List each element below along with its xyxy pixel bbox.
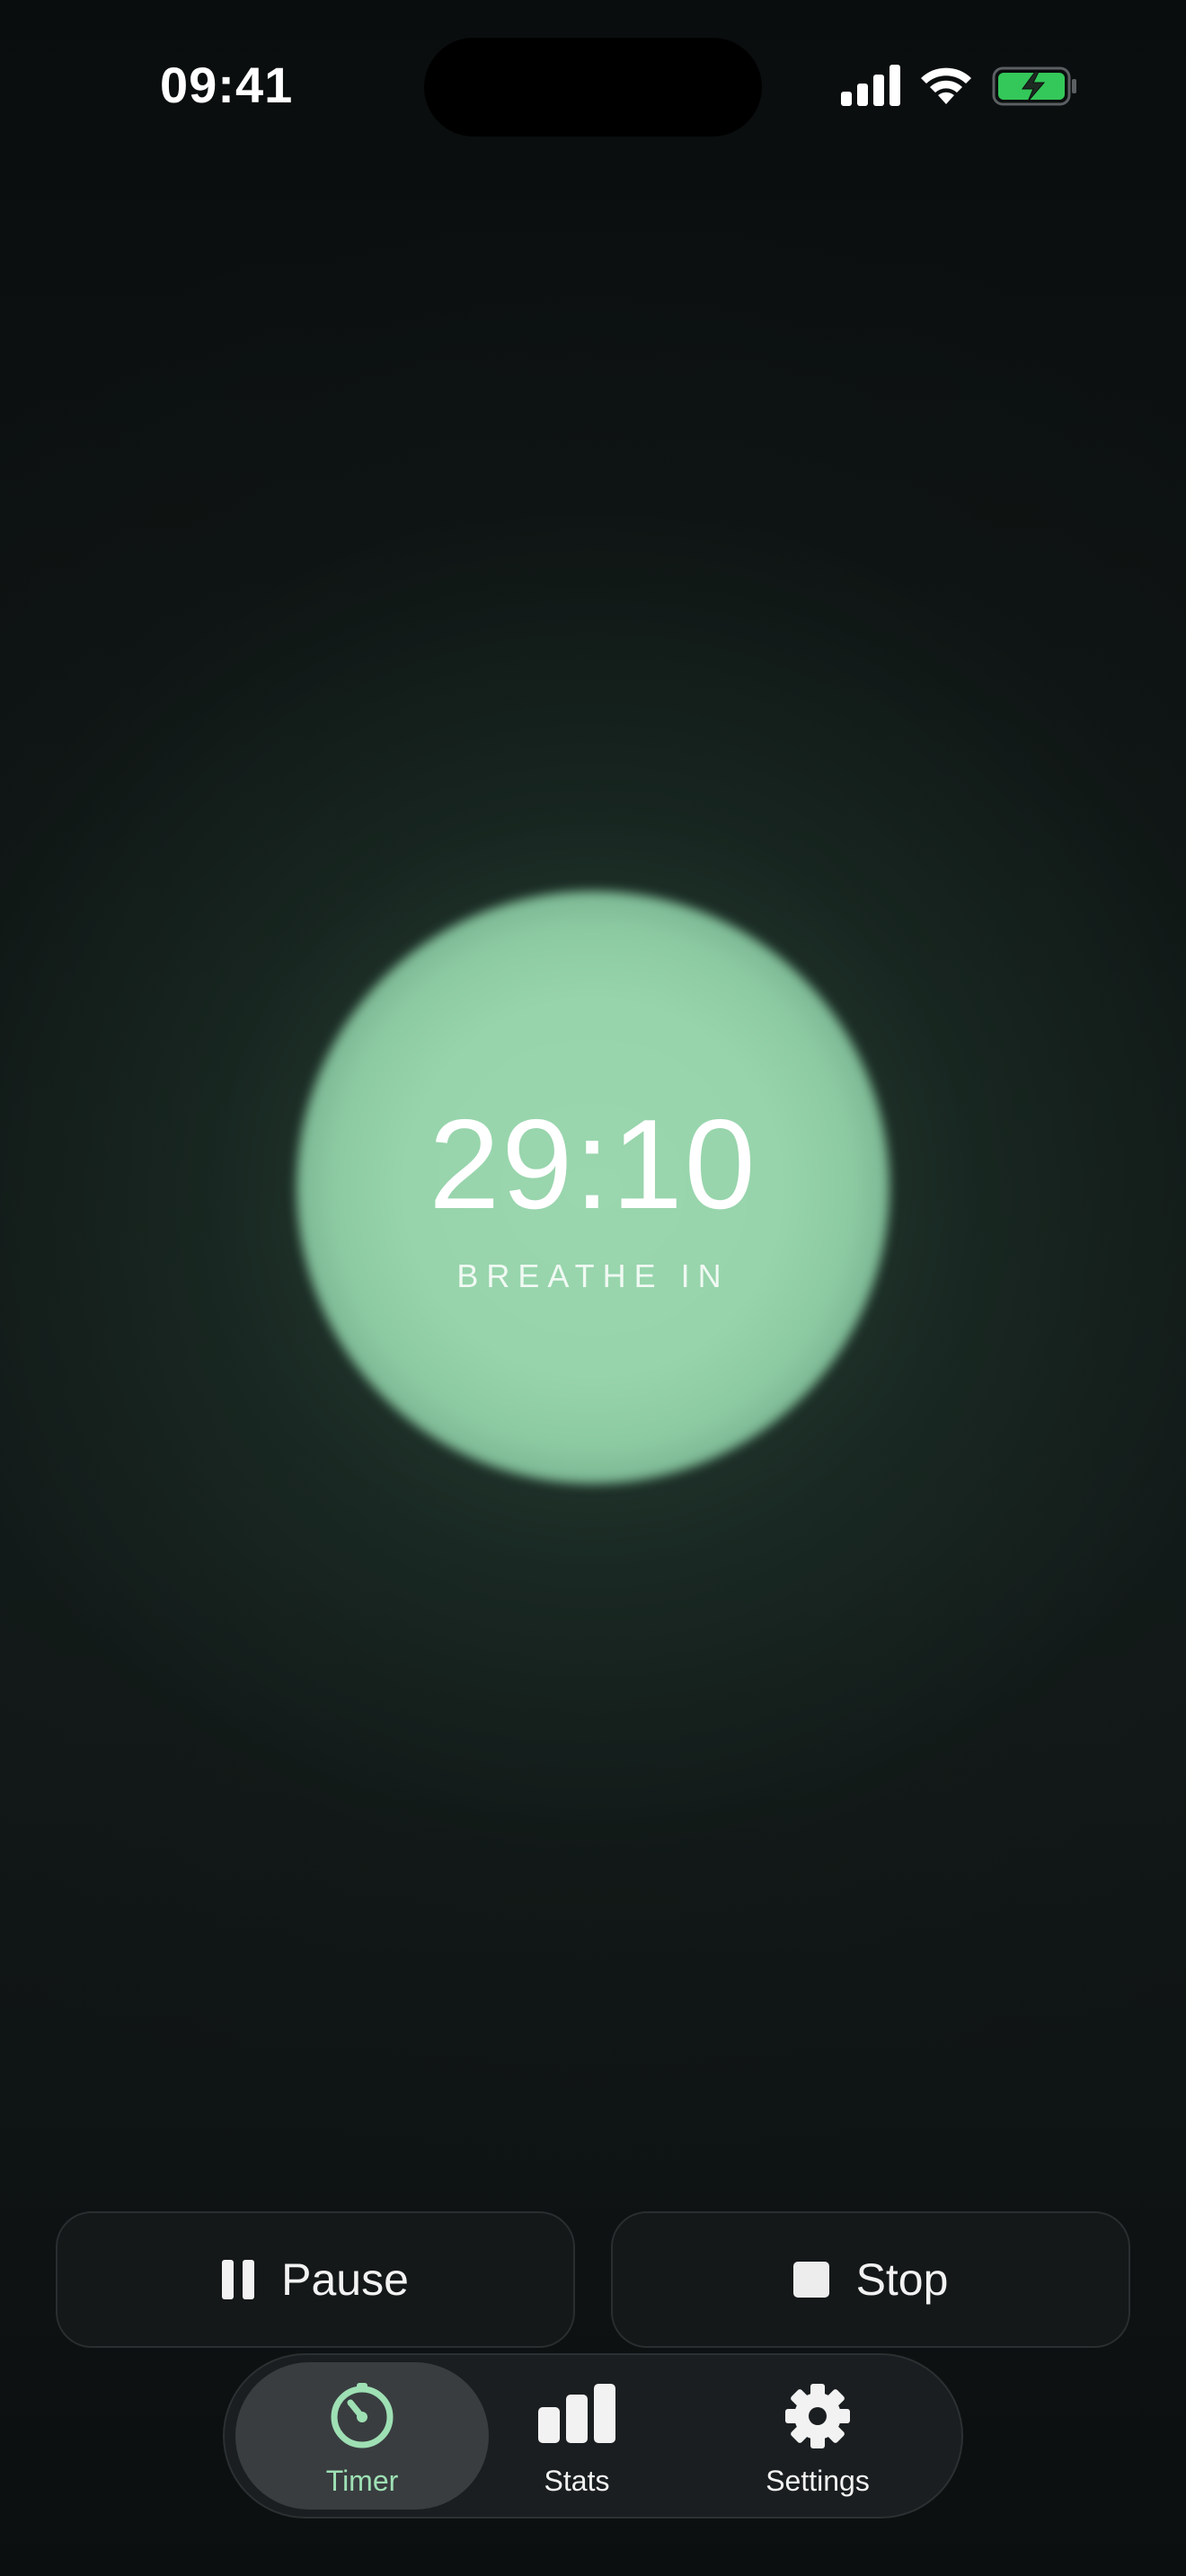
tab-stats[interactable]: Stats xyxy=(469,2362,685,2510)
stop-button[interactable]: Stop xyxy=(611,2211,1130,2348)
cellular-signal-icon xyxy=(841,65,900,106)
countdown-timer: 29:10 xyxy=(429,1093,757,1236)
tab-timer[interactable]: Timer xyxy=(235,2362,489,2510)
pause-button[interactable]: Pause xyxy=(56,2211,575,2348)
dynamic-island xyxy=(424,38,762,137)
gear-icon xyxy=(785,2384,850,2448)
tab-settings-label: Settings xyxy=(766,2465,870,2497)
pause-icon xyxy=(222,2260,255,2299)
stop-icon xyxy=(792,2262,829,2298)
tab-stats-label: Stats xyxy=(544,2465,610,2497)
stop-button-label: Stop xyxy=(855,2254,949,2305)
battery-charging-icon xyxy=(992,66,1076,106)
breathing-phase-label: BREATHE IN xyxy=(456,1257,730,1294)
tab-settings[interactable]: Settings xyxy=(683,2362,952,2510)
timer-icon xyxy=(331,2383,394,2448)
tab-bar: Timer Stats Settings xyxy=(223,2353,963,2519)
bar-chart-icon xyxy=(538,2384,615,2443)
status-time: 09:41 xyxy=(160,57,294,113)
meditation-timer-screen: 09:41 29:10 BREATHE IN Pause Stop Timer … xyxy=(0,0,1186,2576)
tab-timer-label: Timer xyxy=(325,2465,399,2497)
wifi-icon xyxy=(921,67,971,104)
pause-button-label: Pause xyxy=(281,2254,409,2305)
